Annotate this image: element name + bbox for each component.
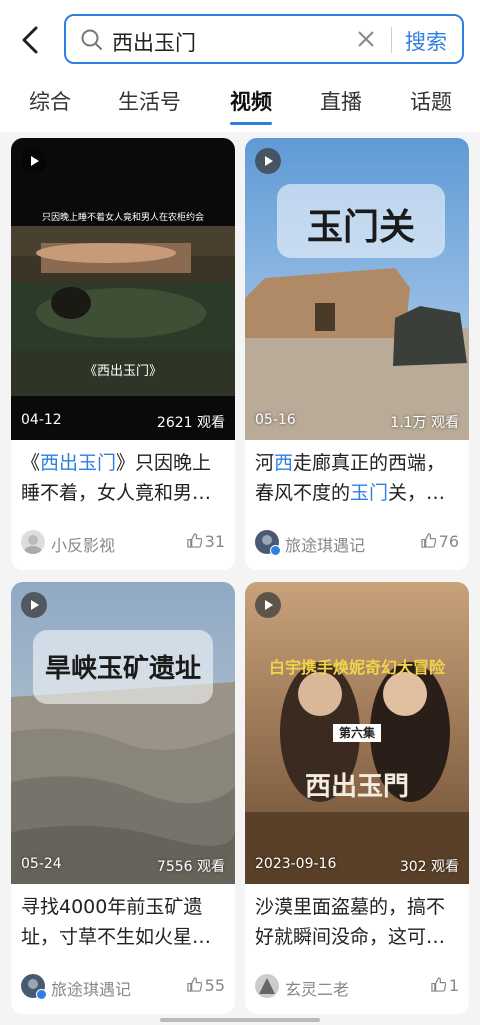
search-icon [80, 28, 104, 52]
search-divider [391, 27, 392, 53]
author-row[interactable]: 旅途琪遇记 55 [21, 974, 225, 1000]
like-number: 31 [204, 532, 225, 551]
thumbs-up-icon [420, 533, 437, 548]
video-date: 2023-09-16 [255, 856, 337, 872]
play-icon [255, 592, 281, 618]
verified-icon [270, 545, 281, 556]
author-name[interactable]: 玄灵二老 [285, 976, 349, 1000]
like-number: 76 [438, 532, 459, 551]
video-card[interactable]: 玉门关 05-16 1.1万 观看 河西走廊真正的西端，春风不度的玉门关，… 旅… [245, 138, 469, 570]
thumbs-up-icon [186, 533, 203, 548]
video-thumbnail[interactable]: 只因晚上睡不着女人竟和男人在农柜约会 《西出玉门》 04-12 2621 观看 [11, 138, 235, 440]
play-icon [255, 148, 281, 174]
author-row[interactable]: 旅途琪遇记 76 [255, 530, 459, 556]
tab-video[interactable]: 视频 [230, 86, 272, 116]
like-count[interactable]: 1 [431, 976, 459, 995]
search-input[interactable]: 西出玉门 [112, 27, 196, 57]
author-name[interactable]: 旅途琪遇记 [285, 532, 365, 556]
like-number: 1 [448, 976, 459, 995]
tab-bar: 综合 生活号 视频 直播 话题 [0, 80, 480, 130]
search-button[interactable]: 搜索 [405, 26, 447, 56]
tab-live[interactable]: 直播 [320, 86, 362, 116]
video-title[interactable]: 寻找4000年前玉矿遗址，寸草不生如火星… [21, 892, 227, 952]
clear-icon[interactable] [356, 29, 376, 49]
title-highlight: 西出玉门 [40, 452, 117, 474]
like-count[interactable]: 31 [186, 532, 225, 551]
thumbnail-caption: 只因晚上睡不着女人竟和男人在农柜约会 [41, 213, 204, 223]
avatar[interactable] [255, 974, 279, 998]
home-indicator[interactable] [160, 1018, 320, 1022]
video-date: 05-16 [255, 412, 296, 428]
tab-comprehensive[interactable]: 综合 [29, 86, 71, 116]
view-count: 302 观看 [399, 859, 459, 875]
back-arrow-icon[interactable] [16, 22, 48, 58]
title-highlight: 玉门 [350, 482, 389, 504]
search-box[interactable]: 西出玉门 搜索 [64, 14, 464, 64]
tab-lifestyle[interactable]: 生活号 [118, 86, 181, 116]
like-count[interactable]: 55 [186, 976, 225, 995]
like-count[interactable]: 76 [420, 532, 459, 551]
video-title[interactable]: 河西走廊真正的西端，春风不度的玉门关，… [255, 448, 461, 508]
thumbnail-subtitle: 《西出玉门》 [83, 364, 162, 379]
view-count: 2621 观看 [156, 415, 225, 431]
video-date: 04-12 [21, 412, 62, 428]
thumbnail-image [11, 138, 235, 440]
author-row[interactable]: 玄灵二老 1 [255, 974, 459, 1000]
video-thumbnail[interactable]: 白宇携手焕妮奇幻大冒险 第六集 西出玉門 2023-09-16 302 观看 [245, 582, 469, 884]
active-tab-indicator [230, 122, 272, 125]
author-name[interactable]: 旅途琪遇记 [51, 976, 131, 1000]
like-number: 55 [204, 976, 225, 995]
thumbnail-big-title: 玉门关 [306, 207, 415, 248]
video-card[interactable]: 白宇携手焕妮奇幻大冒险 第六集 西出玉門 2023-09-16 302 观看 沙… [245, 582, 469, 1014]
verified-icon [36, 989, 47, 1000]
thumbnail-big-title: 旱峡玉矿遗址 [44, 654, 201, 684]
view-count: 1.1万 观看 [390, 415, 459, 431]
video-thumbnail[interactable]: 玉门关 05-16 1.1万 观看 [245, 138, 469, 440]
play-icon [21, 592, 47, 618]
video-title[interactable]: 《西出玉门》只因晚上睡不着，女人竟和男… [21, 448, 227, 508]
top-bar: 西出玉门 搜索 综合 生活号 视频 直播 话题 [0, 0, 480, 132]
title-highlight: 西 [274, 452, 294, 474]
thumbnail-banner: 白宇携手焕妮奇幻大冒险 [268, 658, 445, 677]
video-thumbnail[interactable]: 旱峡玉矿遗址 05-24 7556 观看 [11, 582, 235, 884]
author-row[interactable]: 小反影视 31 [21, 530, 225, 556]
thumbnail-logo: 西出玉門 [304, 772, 409, 802]
thumbnail-image [11, 582, 235, 884]
video-card[interactable]: 旱峡玉矿遗址 05-24 7556 观看 寻找4000年前玉矿遗址，寸草不生如火… [11, 582, 235, 1014]
video-card[interactable]: 只因晚上睡不着女人竟和男人在农柜约会 《西出玉门》 04-12 2621 观看 … [11, 138, 235, 570]
thumbs-up-icon [431, 977, 447, 992]
video-date: 05-24 [21, 856, 62, 872]
tab-topic[interactable]: 话题 [410, 86, 452, 116]
view-count: 7556 观看 [156, 859, 225, 875]
title-text: 关，… [388, 482, 446, 504]
title-text: 《 [21, 452, 41, 474]
thumbnail-episode: 第六集 [333, 724, 381, 742]
thumbs-up-icon [186, 977, 203, 992]
avatar[interactable] [21, 530, 45, 554]
video-title[interactable]: 沙漠里面盗墓的，搞不好就瞬间没命，这可… [255, 892, 461, 952]
title-text: 河 [255, 452, 275, 474]
play-icon [21, 148, 47, 174]
author-name[interactable]: 小反影视 [51, 532, 115, 556]
